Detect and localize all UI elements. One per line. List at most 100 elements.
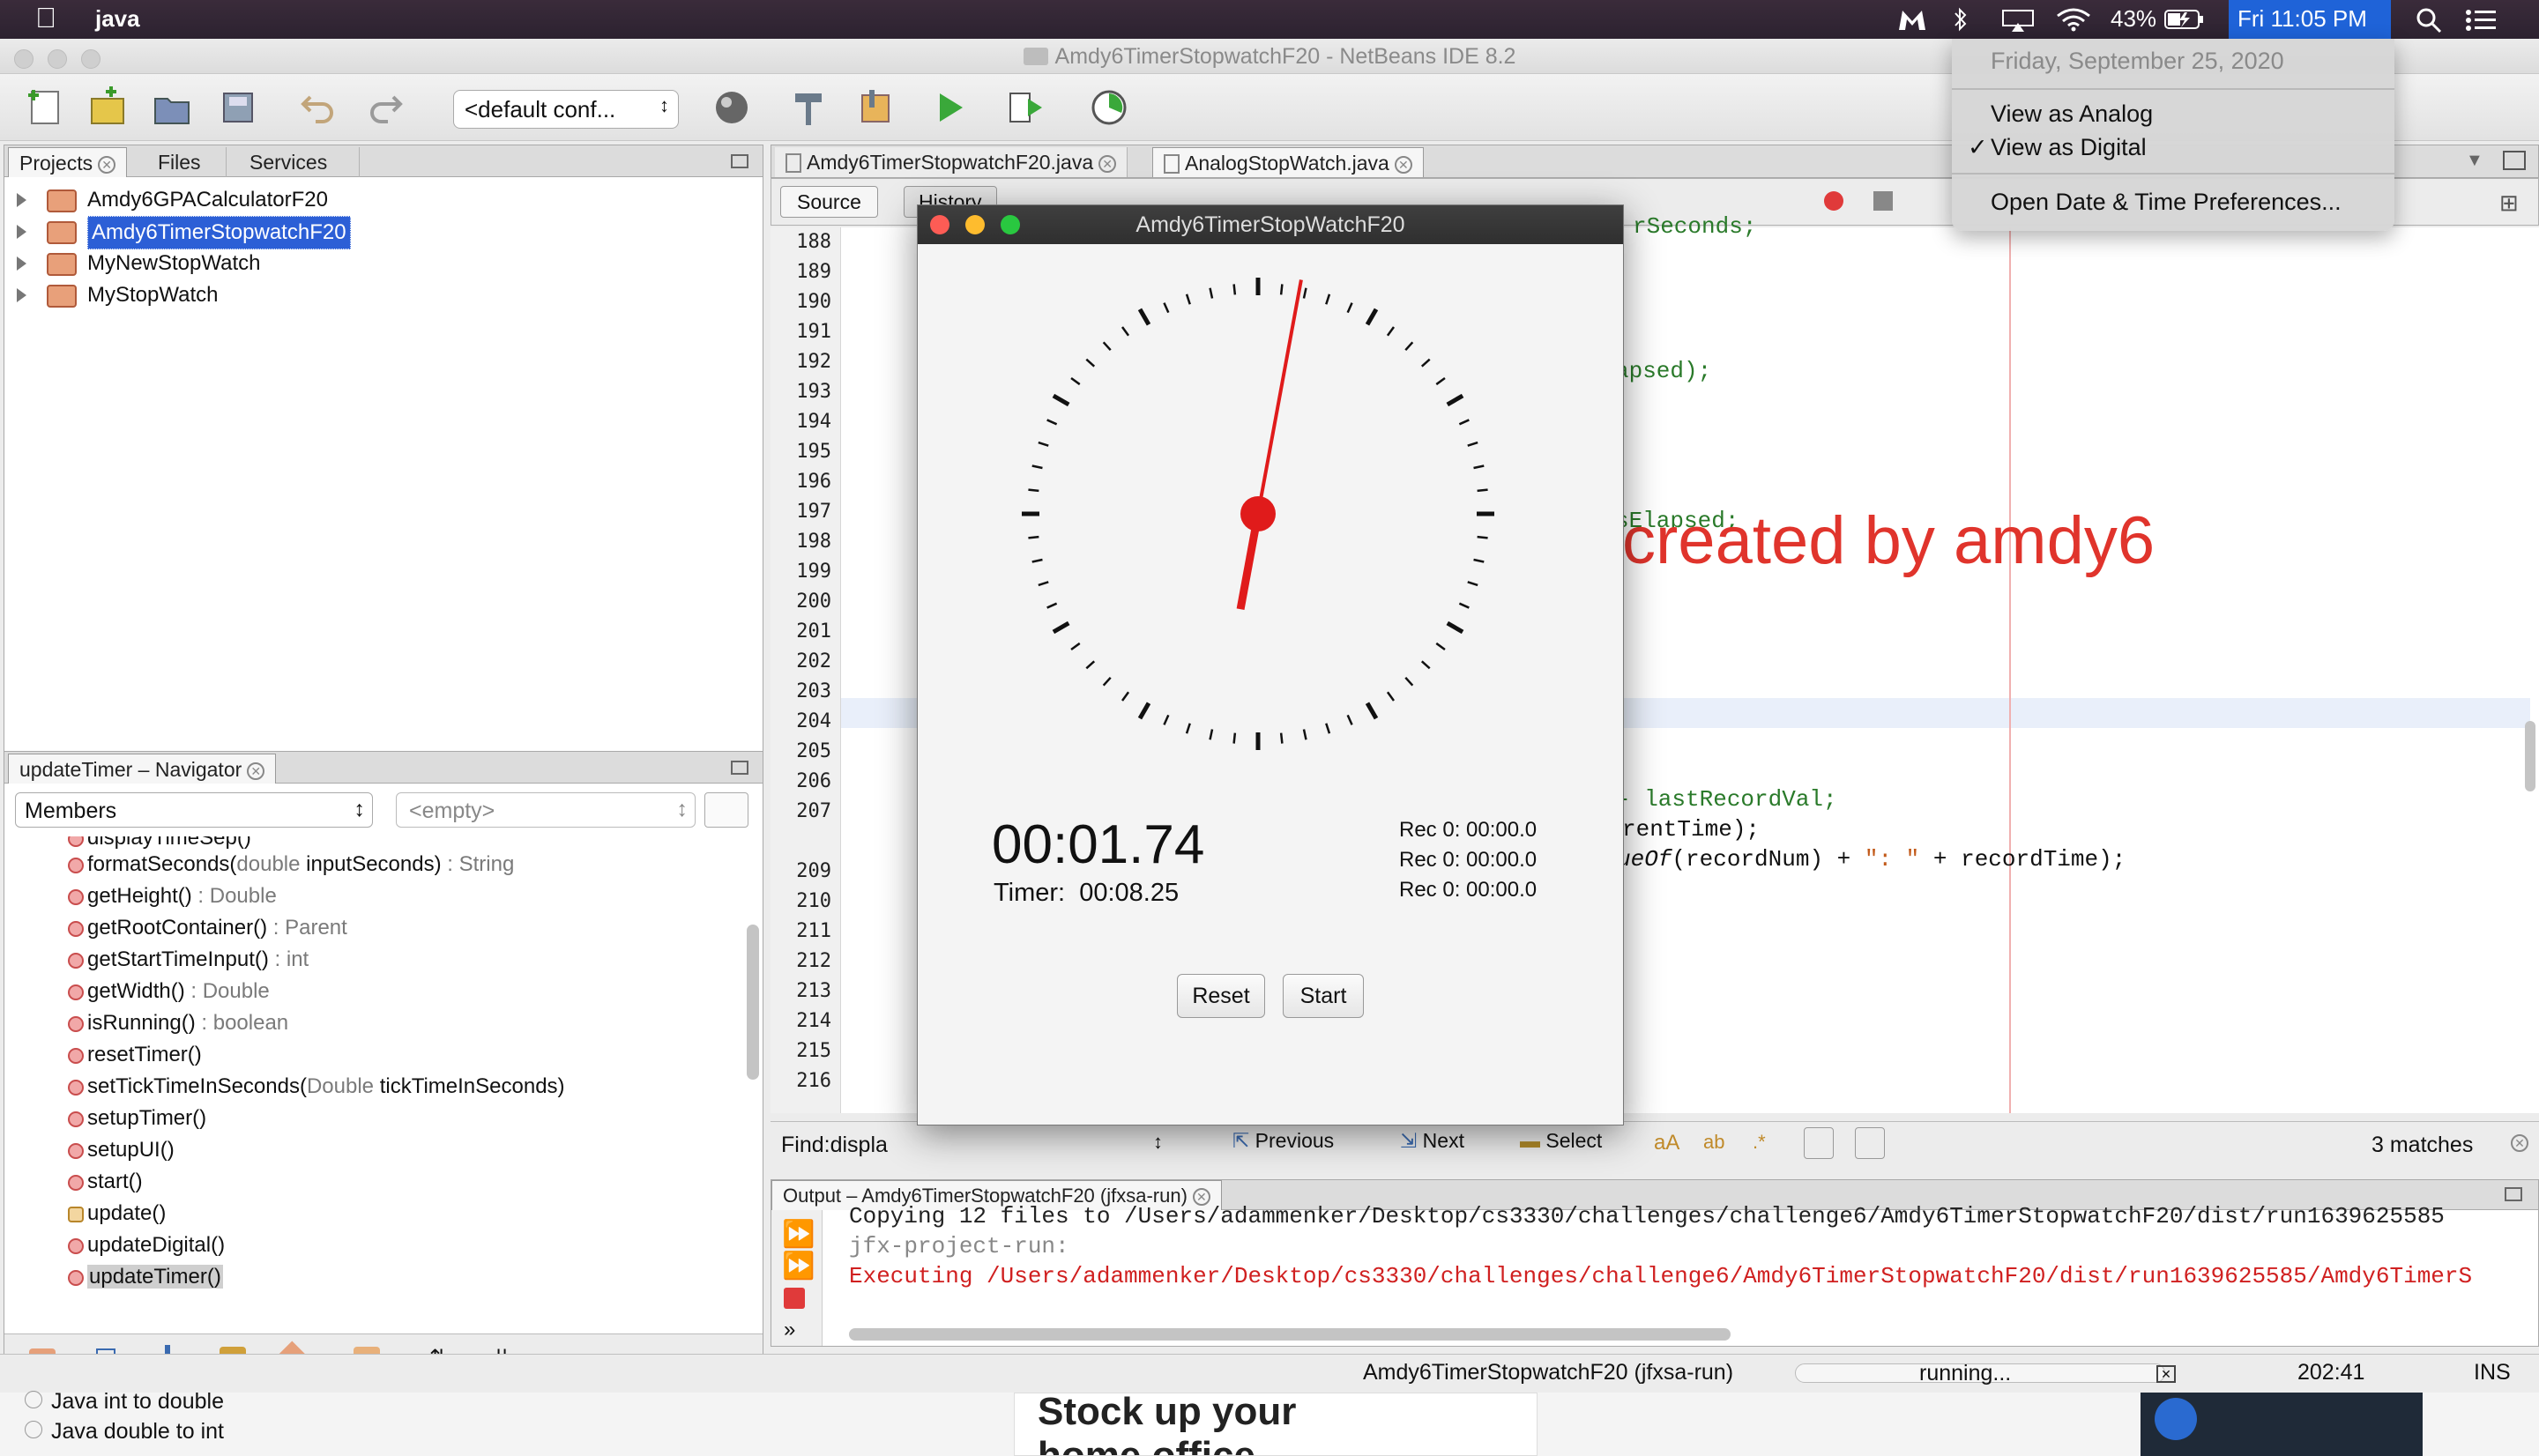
nav-member[interactable]: getRootContainer() : Parent [68,912,347,944]
battery-percent[interactable]: 43% [2111,5,2156,33]
new-file-icon[interactable] [25,86,67,129]
nav-member[interactable]: formatSeconds(double inputSeconds) : Str… [68,849,514,880]
close-tab-icon[interactable]: ✕ [1098,154,1117,173]
tab-projects[interactable]: Projects ✕ [8,147,128,177]
highlight-results-icon[interactable] [1804,1127,1834,1159]
find-history-icon[interactable]: ↕ [1153,1131,1163,1154]
airplay-icon[interactable] [2001,9,2035,32]
close-tab-icon[interactable]: ✕ [247,761,265,780]
rerun-icon[interactable]: ⏩ [782,1219,815,1250]
nav-member[interactable]: resetTimer() [68,1039,202,1071]
record-macro-icon[interactable] [1824,191,1843,211]
menu-item-date-time-preferences[interactable]: Open Date & Time Preferences... [1991,189,2342,216]
wifi-icon[interactable] [2056,7,2091,32]
reset-button[interactable]: Reset [1177,974,1265,1018]
close-tab-icon[interactable]: ✕ [98,155,116,174]
bluetooth-icon[interactable] [1952,7,1969,32]
related-link[interactable]: Java int to double [25,1389,224,1415]
minimize-panel-icon[interactable] [731,154,748,168]
notification-center-icon[interactable] [2465,9,2497,32]
nav-member[interactable]: isRunning() : boolean [68,1007,288,1039]
source-view-button[interactable]: Source [780,186,878,218]
stop-macro-icon[interactable] [1873,191,1893,211]
spotlight-search-icon[interactable] [2416,7,2442,33]
dial-tick [1325,723,1331,734]
new-project-icon[interactable] [86,86,129,129]
build-hammer-icon[interactable] [788,86,830,129]
project-item[interactable]: Amdy6GPACalculatorF20 [4,184,763,216]
project-item[interactable]: MyStopWatch [4,279,763,311]
members-filter-select[interactable]: Members ↕ [15,792,373,828]
menu-item-view-as-digital[interactable]: ✓ View as Digital [1968,134,2147,161]
start-button[interactable]: Start [1283,974,1364,1018]
battery-icon[interactable] [2163,9,2206,30]
menubar-clock[interactable]: Fri 11:05 PM [2229,0,2391,39]
nav-member[interactable]: getWidth() : Double [68,976,270,1007]
nav-member[interactable]: setTickTimeInSeconds(Double tickTimeInSe… [68,1071,565,1103]
debug-icon[interactable] [1005,86,1047,129]
close-window-button[interactable] [930,215,949,234]
tab-analogstopwatch-java[interactable]: AnalogStopWatch.java ✕ [1152,147,1424,177]
project-item-selected[interactable]: Amdy6TimerStopwatchF20 [4,216,763,249]
undo-icon[interactable] [298,86,340,129]
find-next-button[interactable]: ⇲ Next [1400,1129,1464,1161]
regex-icon[interactable]: .* [1753,1131,1766,1154]
expand-arrow-icon[interactable] [17,225,26,239]
find-previous-button[interactable]: ⇱ Previous [1232,1129,1334,1161]
app-name-menu[interactable]: java [95,5,140,33]
whole-words-icon[interactable]: ab [1703,1131,1724,1154]
expand-arrow-icon[interactable] [17,288,26,302]
save-all-icon[interactable] [219,86,261,129]
related-link[interactable]: Java double to int [25,1419,224,1445]
expand-arrow-icon[interactable] [17,256,26,271]
tab-services[interactable]: Services [230,147,361,177]
ad-banner[interactable]: Stock up your home office [1014,1393,1538,1456]
rerun-different-icon[interactable]: ⏩ [782,1251,815,1281]
tab-amdy6timerstopwatchf20-java[interactable]: Amdy6TimerStopwatchF20.java ✕ [775,147,1128,177]
apple-icon[interactable]:  [35,2,56,34]
nav-member[interactable]: getHeight() : Double [68,880,277,912]
redo-icon[interactable] [363,86,406,129]
cancel-task-icon[interactable]: ✕ [2156,1365,2176,1383]
tab-files[interactable]: Files [133,147,227,177]
split-editor-icon[interactable]: ⊞ [2499,189,2519,217]
menu-item-view-as-analog[interactable]: View as Analog [1991,100,2153,128]
nav-member[interactable]: updateDigital() [68,1229,225,1261]
nav-member[interactable]: setupTimer() [68,1103,206,1134]
nav-member[interactable]: update() [68,1198,166,1229]
minimize-window-button[interactable] [965,215,985,234]
match-case-icon[interactable]: aA [1654,1131,1679,1155]
nav-member[interactable]: start() [68,1166,143,1198]
nav-member[interactable]: getStartTimeInput() : int [68,944,309,976]
tab-list-icon[interactable]: ▼ [2466,151,2483,171]
profile-icon[interactable] [1088,86,1130,129]
project-item[interactable]: MyNewStopWatch [4,248,763,279]
stop-run-icon[interactable] [784,1288,805,1309]
zoom-window-button[interactable] [1001,215,1020,234]
malwarebytes-icon[interactable] [1897,7,1927,32]
clean-build-icon[interactable] [855,86,897,129]
navigator-options-icon[interactable] [704,792,748,828]
minimize-panel-icon[interactable] [2505,1187,2522,1201]
tab-navigator[interactable]: updateTimer – Navigator ✕ [8,754,277,784]
nav-member-selected[interactable]: updateTimer() [68,1261,223,1293]
wrap-around-icon[interactable] [1855,1127,1885,1159]
minimize-panel-icon[interactable] [731,761,748,775]
nav-member[interactable]: setupUI() [68,1134,175,1166]
configuration-select[interactable]: <default conf... ↕ [453,90,679,129]
line-number: 214 [796,1010,831,1032]
close-find-icon[interactable]: ✕ [2511,1134,2528,1152]
maximize-editor-icon[interactable] [2503,151,2526,170]
empty-filter-select[interactable]: <empty> ↕ [396,792,696,828]
find-input[interactable]: displa [830,1133,888,1157]
run-icon[interactable] [929,86,972,129]
find-select-button[interactable]: ▬ Select [1520,1129,1602,1161]
navigator-scrollbar[interactable] [747,925,759,1080]
open-project-icon[interactable] [152,86,194,129]
output-scrollbar[interactable] [849,1328,1731,1341]
editor-scrollbar[interactable] [2525,721,2535,791]
more-actions-icon[interactable]: » [784,1318,795,1342]
globe-icon[interactable] [712,86,755,129]
close-tab-icon[interactable]: ✕ [1394,155,1412,174]
expand-arrow-icon[interactable] [17,193,26,207]
